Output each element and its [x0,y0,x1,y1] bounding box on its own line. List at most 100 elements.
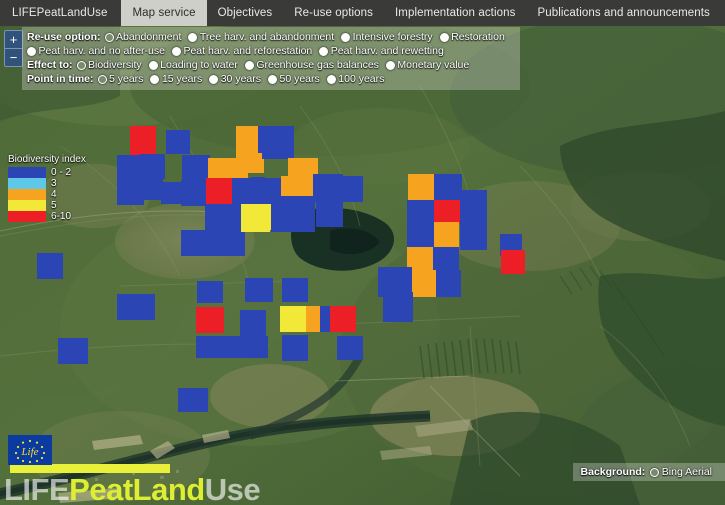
biodiversity-cell[interactable] [161,182,183,204]
nav-item-re-use-options[interactable]: Re-use options [283,0,384,26]
biodiversity-cell[interactable] [280,306,306,332]
reuse-option-abandonment[interactable]: Abandonment [104,30,181,44]
effect-to-loading-to-water[interactable]: Loading to water [148,58,238,72]
reuse-option-intensive-forestry[interactable]: Intensive forestry [341,30,433,44]
legend-entry: 0 - 2 [8,167,86,178]
reuse-option-peat-harv-and-rewetting[interactable]: Peat harv. and rewetting [319,44,444,58]
option-label: 50 years [279,73,320,85]
point-in-time-100-years[interactable]: 100 years [326,72,384,86]
biodiversity-cell[interactable] [436,270,461,297]
biodiversity-cell[interactable] [383,292,413,322]
biodiversity-cell[interactable] [337,336,363,360]
biodiversity-cell[interactable] [245,278,273,302]
biodiversity-cell[interactable] [178,388,208,412]
map-viewport[interactable]: + − Re-use option: Abandonment Tree harv… [0,26,725,505]
nav-item-objectives[interactable]: Objectives [207,0,284,26]
biodiversity-cell[interactable] [316,202,343,227]
radio-icon [27,46,36,56]
biodiversity-cell[interactable] [306,306,320,332]
biodiversity-cell[interactable] [408,174,434,200]
nav-item-map-service[interactable]: Map service [121,0,207,26]
point-in-time-30-years[interactable]: 30 years [209,72,261,86]
radio-icon [150,74,160,84]
nav-item-project-management[interactable]: Project management [721,0,725,26]
zoom-out-button[interactable]: − [5,48,22,66]
biodiversity-cell[interactable] [410,270,437,297]
eu-life-logo: Life [8,435,52,465]
effect-to-greenhouse-gas-balances[interactable]: Greenhouse gas balances [244,58,379,72]
biodiversity-cell[interactable] [241,204,270,232]
biodiversity-cell[interactable] [139,178,163,200]
legend-swatch [8,189,46,200]
background-selector: Background: Bing Aerial [572,463,725,481]
biodiversity-cell[interactable] [251,177,265,206]
legend-rows: 0 - 2 3 4 5 6-10 [8,167,86,222]
effect-to-biodiversity[interactable]: Biodiversity [76,58,142,72]
option-label: Greenhouse gas balances [256,59,379,71]
biodiversity-cell[interactable] [240,310,266,336]
point-in-time-row: Point in time: 5 years 15 years 30 years… [27,72,512,86]
biodiversity-cell[interactable] [460,190,487,250]
reuse-option-tree-harv-and-abandonment[interactable]: Tree harv. and abandonment [188,30,334,44]
radio-icon [439,32,449,42]
background-option-bing-aerial[interactable]: Bing Aerial [650,466,712,478]
biodiversity-cell[interactable] [117,294,155,320]
reuse-option-restoration[interactable]: Restoration [439,30,505,44]
point-in-time-15-years[interactable]: 15 years [150,72,202,86]
biodiversity-cell[interactable] [433,247,459,271]
option-label: Peat harv. and no after-use [38,45,165,57]
biodiversity-cell[interactable] [181,230,207,256]
radio-icon [385,60,395,70]
legend-title: Biodiversity index [8,154,86,165]
legend-entry: 5 [8,200,86,211]
biodiversity-cell[interactable] [58,338,88,364]
legend-label: 5 [51,200,57,211]
option-label: Monetary value [397,59,470,71]
reuse-option-row-2: Peat harv. and no after-use Peat harv. a… [27,44,512,58]
biodiversity-cell[interactable] [240,336,268,358]
biodiversity-cell[interactable] [271,196,315,232]
biodiversity-cell[interactable] [196,307,224,333]
option-label: 5 years [109,73,144,85]
reuse-option-label: Re-use option: [27,31,101,43]
biodiversity-cell[interactable] [330,306,356,332]
biodiversity-cell[interactable] [166,130,190,154]
biodiversity-cell[interactable] [282,335,308,361]
point-in-time-5-years[interactable]: 5 years [97,72,144,86]
option-label: Bing Aerial [661,466,712,478]
legend-swatch [8,178,46,189]
zoom-in-button[interactable]: + [5,31,22,48]
biodiversity-cell[interactable] [434,200,460,224]
biodiversity-cell[interactable] [205,230,245,256]
legend-entry: 4 [8,189,86,200]
biodiversity-cell[interactable] [434,222,459,248]
nav-item-publications-and-announcements[interactable]: Publications and announcements [526,0,720,26]
biodiversity-cell[interactable] [407,222,434,248]
biodiversity-cell[interactable] [181,180,207,206]
biodiversity-cell[interactable] [434,174,462,200]
biodiversity-cell[interactable] [282,278,308,302]
biodiversity-cell[interactable] [37,253,63,279]
radio-icon [326,74,336,84]
reuse-option-peat-harv-and-reforestation[interactable]: Peat harv. and reforestation [171,44,313,58]
radio-icon [97,74,107,84]
reuse-option-peat-harv-and-no-after-use[interactable]: Peat harv. and no after-use [27,44,165,58]
point-in-time-50-years[interactable]: 50 years [268,72,320,86]
biodiversity-cell[interactable] [197,281,223,303]
nav-item-implementation-actions[interactable]: Implementation actions [384,0,526,26]
biodiversity-cell[interactable] [140,154,165,179]
biodiversity-cell[interactable] [313,174,343,202]
nav-brand[interactable]: LIFEPeatLandUse [0,0,121,26]
radio-icon [148,60,158,70]
biodiversity-cell[interactable] [206,178,233,205]
biodiversity-cell[interactable] [343,176,363,202]
effect-to-monetary-value[interactable]: Monetary value [385,58,470,72]
biodiversity-cell[interactable] [258,126,294,153]
biodiversity-cell[interactable] [407,200,434,224]
biodiversity-cell[interactable] [501,250,525,274]
legend-label: 6-10 [51,211,72,222]
biodiversity-cell[interactable] [205,204,243,232]
option-label: Intensive forestry [352,31,433,43]
option-label: Peat harv. and reforestation [183,45,313,57]
radio-icon [244,60,254,70]
